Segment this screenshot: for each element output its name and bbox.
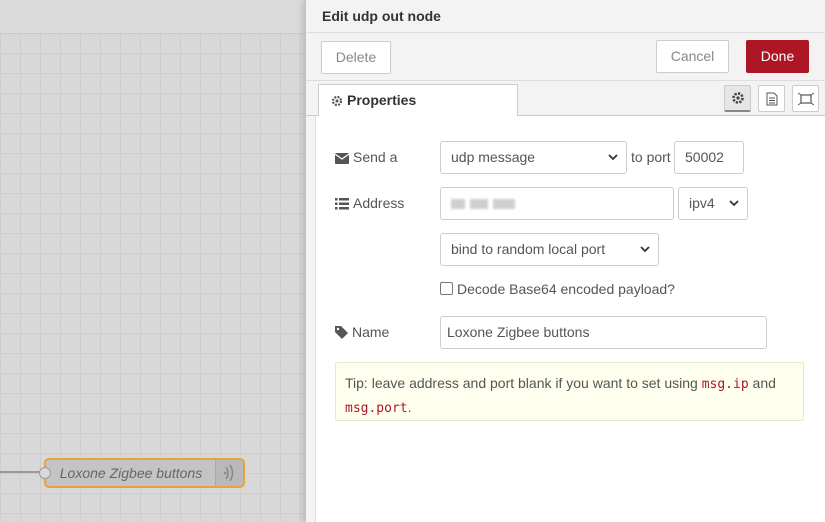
send-type-value: udp message xyxy=(451,149,536,165)
name-row-label: Name xyxy=(335,324,389,340)
redacted-address xyxy=(451,199,465,210)
delete-button[interactable]: Delete xyxy=(321,41,391,74)
tray-header: Edit udp out node xyxy=(306,0,825,33)
send-row-label: Send a xyxy=(334,149,398,165)
chevron-down-icon xyxy=(608,154,618,161)
tip-box: Tip: leave address and port blank if you… xyxy=(335,362,804,421)
tray-toolbar: Delete Cancel Done xyxy=(306,33,825,81)
flow-wire[interactable] xyxy=(0,471,44,473)
tip-suffix: . xyxy=(407,399,412,415)
workspace-toolbar-band xyxy=(0,0,312,34)
address-input[interactable] xyxy=(440,187,674,220)
bind-port-select[interactable]: bind to random local port xyxy=(440,233,659,266)
tip-code-msg-ip: msg.ip xyxy=(701,377,749,392)
ip-version-select[interactable]: ipv4 xyxy=(678,187,748,220)
appearance-icon xyxy=(797,92,814,105)
address-label: Address xyxy=(353,195,405,211)
address-row-label: Address xyxy=(335,195,404,211)
redacted-address-part xyxy=(470,199,488,210)
send-type-select[interactable]: udp message xyxy=(440,141,627,174)
tip-text: Tip: leave address and port blank if you… xyxy=(345,375,698,391)
chevron-down-icon xyxy=(729,200,739,207)
envelope-icon xyxy=(334,153,350,164)
cancel-button[interactable]: Cancel xyxy=(656,40,729,73)
bind-port-value: bind to random local port xyxy=(451,241,606,257)
gear-icon xyxy=(731,92,744,104)
list-icon xyxy=(335,198,349,210)
port-input[interactable]: 50002 xyxy=(674,141,744,174)
name-label: Name xyxy=(352,324,390,340)
description-icon xyxy=(766,92,777,105)
udp-out-flow-node[interactable]: Loxone Zigbee buttons xyxy=(39,458,245,488)
done-button[interactable]: Done xyxy=(746,40,809,73)
flow-workspace[interactable]: Loxone Zigbee buttons xyxy=(0,0,312,522)
tray-tabs: Properties xyxy=(306,81,825,117)
properties-panel: Send a udp message to port 50002 Address… xyxy=(315,116,825,522)
gear-icon xyxy=(331,95,343,107)
decode-base64-label[interactable]: Decode Base64 encoded payload? xyxy=(457,281,675,297)
tab-description[interactable] xyxy=(758,85,785,112)
decode-base64-checkbox[interactable] xyxy=(440,282,453,295)
edit-tray: Edit udp out node Delete Cancel Done Pro… xyxy=(305,0,825,522)
to-port-label: to port xyxy=(631,149,671,165)
tip-and: and xyxy=(752,375,776,391)
chevron-down-icon xyxy=(640,246,650,253)
tray-title: Edit udp out node xyxy=(322,8,441,24)
tab-properties[interactable]: Properties xyxy=(318,84,518,117)
name-input[interactable]: Loxone Zigbee buttons xyxy=(440,316,767,349)
tip-code-msg-port: msg.port xyxy=(345,401,408,416)
ip-version-value: ipv4 xyxy=(689,195,715,211)
tab-properties-label: Properties xyxy=(347,92,417,108)
udp-out-icon xyxy=(215,460,243,486)
send-label: Send a xyxy=(353,149,398,165)
tag-icon xyxy=(335,326,348,339)
redacted-address-part xyxy=(493,199,515,210)
tab-settings[interactable] xyxy=(724,85,751,112)
tab-appearance[interactable] xyxy=(792,85,819,112)
node-label: Loxone Zigbee buttons xyxy=(59,465,203,481)
